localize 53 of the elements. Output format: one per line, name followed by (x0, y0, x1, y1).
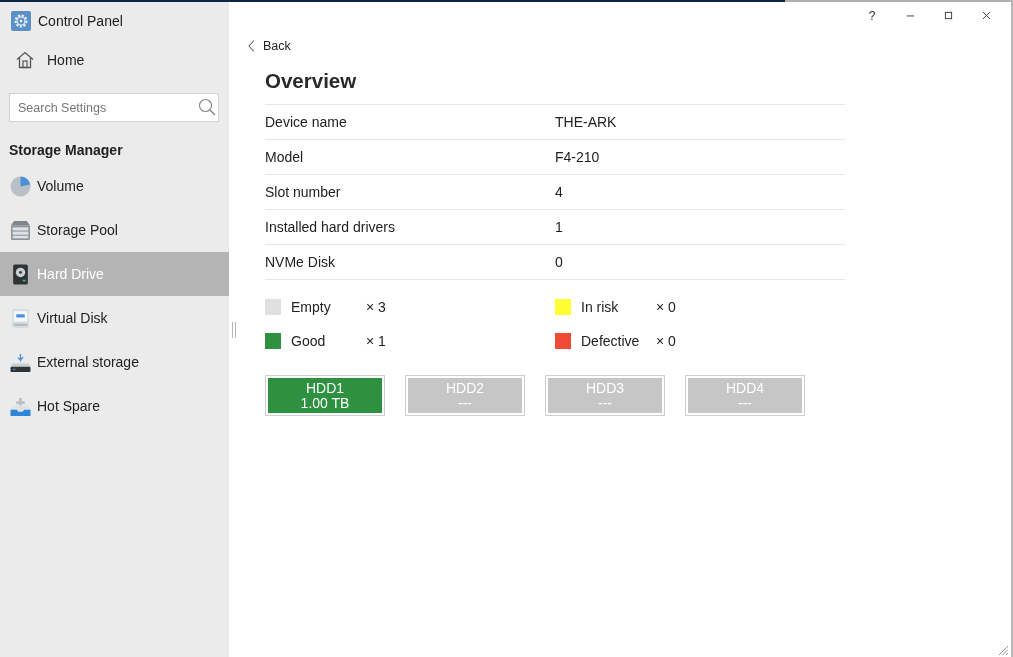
sidebar-item[interactable]: Hot Spare (0, 384, 229, 428)
sidebar-item[interactable]: Virtual Disk (0, 296, 229, 340)
slot-name: HDD4 (725, 380, 765, 396)
chevron-left-icon (248, 40, 255, 52)
detail-value: 1 (555, 219, 563, 235)
detail-label: Model (265, 149, 305, 165)
slot-capacity: --- (738, 395, 752, 411)
detail-label: Slot number (265, 184, 342, 200)
slot-name: HDD2 (445, 380, 485, 396)
legend-count: × 3 (366, 299, 386, 315)
home-link[interactable]: Home (0, 40, 229, 80)
page-title: Overview (265, 68, 358, 94)
legend-count: × 1 (366, 333, 386, 349)
inbox-tray-icon (10, 395, 31, 417)
slot-capacity: 1.00 TB (300, 395, 350, 411)
sidebar-item[interactable]: Storage Pool (0, 208, 229, 252)
slot-name: HDD1 (305, 380, 345, 396)
slot-capacity: --- (458, 395, 472, 411)
slot-name: HDD3 (585, 380, 625, 396)
drag-handle-icon[interactable] (232, 322, 236, 338)
hard-drive-icon (10, 263, 31, 285)
legend-count: × 0 (656, 333, 676, 349)
sidebar-item[interactable]: Volume (0, 164, 229, 208)
disk-drive-icon (10, 307, 31, 329)
detail-value: THE-ARK (555, 114, 617, 130)
storage-stack-icon (10, 219, 31, 241)
search-icon[interactable] (198, 98, 216, 116)
section-title: Storage Manager (8, 140, 124, 160)
slot-capacity: --- (598, 395, 612, 411)
detail-value: 0 (555, 254, 563, 270)
detail-label: NVMe Disk (265, 254, 336, 270)
legend-label: In risk (581, 299, 620, 315)
external-drive-icon (10, 351, 31, 373)
gear-icon (11, 10, 31, 31)
detail-label: Installed hard drivers (265, 219, 396, 235)
sidebar-item[interactable]: External storage (0, 340, 229, 384)
close-icon (981, 11, 991, 20)
maximize-icon (943, 11, 953, 20)
detail-value: F4-210 (555, 149, 600, 165)
app-title: Control Panel (38, 12, 123, 29)
legend-label: Empty (291, 299, 332, 315)
drive-slot[interactable]: HDD1 1.00 TB (265, 375, 385, 416)
resize-grip-icon[interactable] (998, 645, 1008, 655)
back-button[interactable]: Back (248, 35, 291, 57)
search-field[interactable]: Search Settings (9, 93, 219, 122)
detail-label: Device name (265, 114, 348, 130)
help-button[interactable]: ? (853, 2, 891, 29)
pie-chart-icon (10, 175, 31, 197)
home-icon (16, 51, 34, 69)
legend-count: × 0 (656, 299, 676, 315)
detail-value: 4 (555, 184, 563, 200)
legend-label: Defective (581, 333, 641, 349)
legend-label: Good (291, 333, 327, 349)
